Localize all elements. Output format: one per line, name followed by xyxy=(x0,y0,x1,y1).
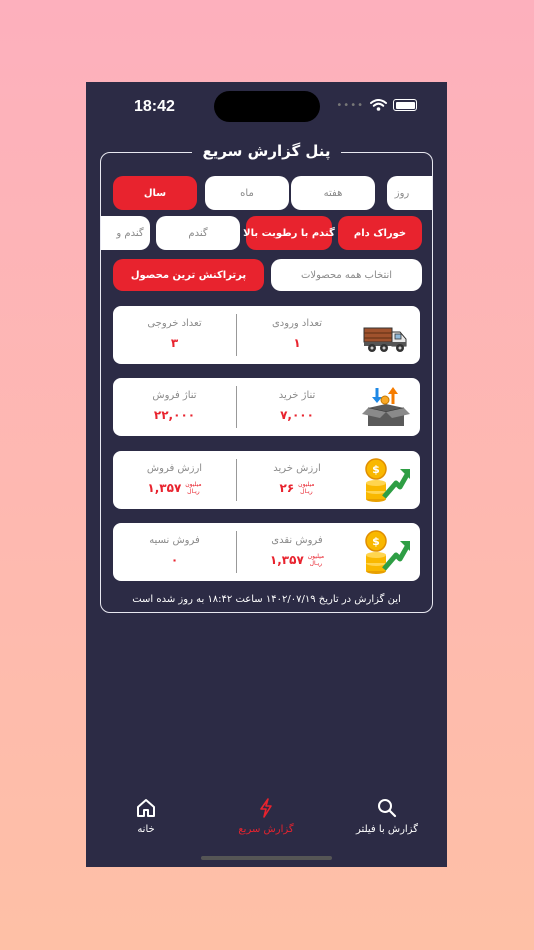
tab-filter-report[interactable]: گزارش با فیلتر xyxy=(347,798,427,835)
stat-label-purchase-tonnage: تناژ خرید xyxy=(278,390,316,401)
stat-value-cash-sales: میلیون ریـال ۱,۳۵۷ xyxy=(269,553,325,567)
stat-label-incoming: تعداد ورودی xyxy=(271,318,323,329)
mode-filter-row: انتخاب همه محصولات پرتراکنش ترین محصول xyxy=(101,259,432,291)
card-right-column: تناژ خرید ۷,۰۰۰ xyxy=(237,378,357,436)
panel-title-text: پنل گزارش سریع xyxy=(192,142,341,160)
stat-value-sales-value: میلیون ریـال ۱,۳۵۷ xyxy=(147,481,202,495)
status-time: 18:42 xyxy=(134,98,175,115)
stat-value-sales-tonnage: ۲۲,۰۰۰ xyxy=(153,408,196,422)
period-chip-year[interactable]: سال xyxy=(113,176,197,210)
last-updated-text: این گزارش در تاریخ ۱۴۰۲/۰۷/۱۹ ساعت ۱۸:۴۲… xyxy=(132,594,401,605)
box-arrows-icon xyxy=(362,387,410,426)
stat-label-credit-sales: فروش نسیه xyxy=(149,535,200,546)
coins-growth-icon: $ xyxy=(365,458,410,502)
product-filter-row: خوراک دام گندم با رطوبت بالا گندم گندم و xyxy=(101,216,432,250)
tab-filter-report-label: گزارش با فیلتر xyxy=(356,824,418,835)
product-chip-wheat[interactable]: گندم xyxy=(156,216,240,250)
tab-home-label: خانه xyxy=(137,824,155,835)
stat-value-outgoing: ۳ xyxy=(170,336,179,350)
home-indicator xyxy=(201,856,332,860)
report-card-values: ارزش فروش میلیون ریـال ۱,۳۵۷ ارزش خرید می… xyxy=(113,451,420,509)
period-chip-month[interactable]: ماه xyxy=(205,176,289,210)
svg-text:$: $ xyxy=(372,463,380,476)
card-left-column: تناژ فروش ۲۲,۰۰۰ xyxy=(113,378,236,436)
stat-label-outgoing: تعداد خروجی xyxy=(147,318,202,329)
product-chip-wet-wheat[interactable]: گندم با رطوبت بالا xyxy=(243,216,335,250)
bottom-tab-bar: خانه گزارش سریع گزارش با فیلتر xyxy=(86,798,447,838)
period-chip-day[interactable]: روز xyxy=(387,176,432,210)
tab-quick-report[interactable]: گزارش سریع xyxy=(226,798,306,835)
stat-value-credit-sales: ۰ xyxy=(170,553,179,567)
stat-value-purchase-value: میلیون ریـال ۲۶ xyxy=(279,481,315,495)
svg-text:$: $ xyxy=(372,535,380,548)
product-chip-wheat-and[interactable]: گندم و xyxy=(101,216,150,250)
quick-report-panel: پنل گزارش سریع روز هفته ماه سال خوراک دا… xyxy=(100,142,433,613)
report-card-sales: فروش نسیه ۰ فروش نقدی میلیون ریـال ۱,۳۵۷ … xyxy=(113,523,420,581)
card-right-column: فروش نقدی میلیون ریـال ۱,۳۵۷ xyxy=(237,523,357,581)
panel-title: پنل گزارش سریع xyxy=(101,141,432,160)
lightning-icon xyxy=(260,798,272,818)
search-icon xyxy=(378,799,397,818)
top-transaction-product-button[interactable]: پرتراکنش ترین محصول xyxy=(113,259,264,291)
unit-label: میلیون ریـال xyxy=(185,481,202,495)
card-right-column: تعداد ورودی ۱ xyxy=(237,306,357,364)
unit-label: میلیون ریـال xyxy=(298,481,315,495)
report-card-counts: تعداد خروجی ۳ تعداد ورودی ۱ xyxy=(113,306,420,364)
card-left-column: ارزش فروش میلیون ریـال ۱,۳۵۷ xyxy=(113,451,236,509)
truck-icon xyxy=(363,327,407,352)
stat-value-incoming: ۱ xyxy=(293,336,301,350)
wifi-icon xyxy=(370,99,387,111)
card-left-column: فروش نسیه ۰ xyxy=(113,523,236,581)
app-screen: 18:42 •••• پنل گزارش سریع روز هفته ماه س… xyxy=(86,82,447,867)
coins-growth-icon: $ xyxy=(365,530,410,574)
tab-quick-report-label: گزارش سریع xyxy=(238,824,294,835)
report-card-tonnage: تناژ فروش ۲۲,۰۰۰ تناژ خرید ۷,۰۰۰ xyxy=(113,378,420,436)
signal-dots-icon: •••• xyxy=(336,99,364,111)
stat-label-purchase-value: ارزش خرید xyxy=(273,463,321,474)
select-all-products-button[interactable]: انتخاب همه محصولات xyxy=(271,259,422,291)
battery-icon xyxy=(393,99,417,111)
stat-value-purchase-tonnage: ۷,۰۰۰ xyxy=(280,408,314,422)
stat-label-sales-tonnage: تناژ فروش xyxy=(152,390,197,401)
unit-label: میلیون ریـال xyxy=(307,553,325,567)
stat-label-sales-value: ارزش فروش xyxy=(146,463,203,474)
period-chip-week[interactable]: هفته xyxy=(291,176,375,210)
product-chip-fodder[interactable]: خوراک دام xyxy=(338,216,422,250)
home-icon xyxy=(137,799,155,817)
stat-label-cash-sales: فروش نقدی xyxy=(271,535,323,546)
period-filter-row: روز هفته ماه سال xyxy=(101,176,432,210)
dynamic-island xyxy=(214,91,320,122)
status-icons: •••• xyxy=(336,99,417,111)
tab-home[interactable]: خانه xyxy=(106,798,186,835)
card-left-column: تعداد خروجی ۳ xyxy=(113,306,236,364)
card-right-column: ارزش خرید میلیون ریـال ۲۶ xyxy=(237,451,357,509)
